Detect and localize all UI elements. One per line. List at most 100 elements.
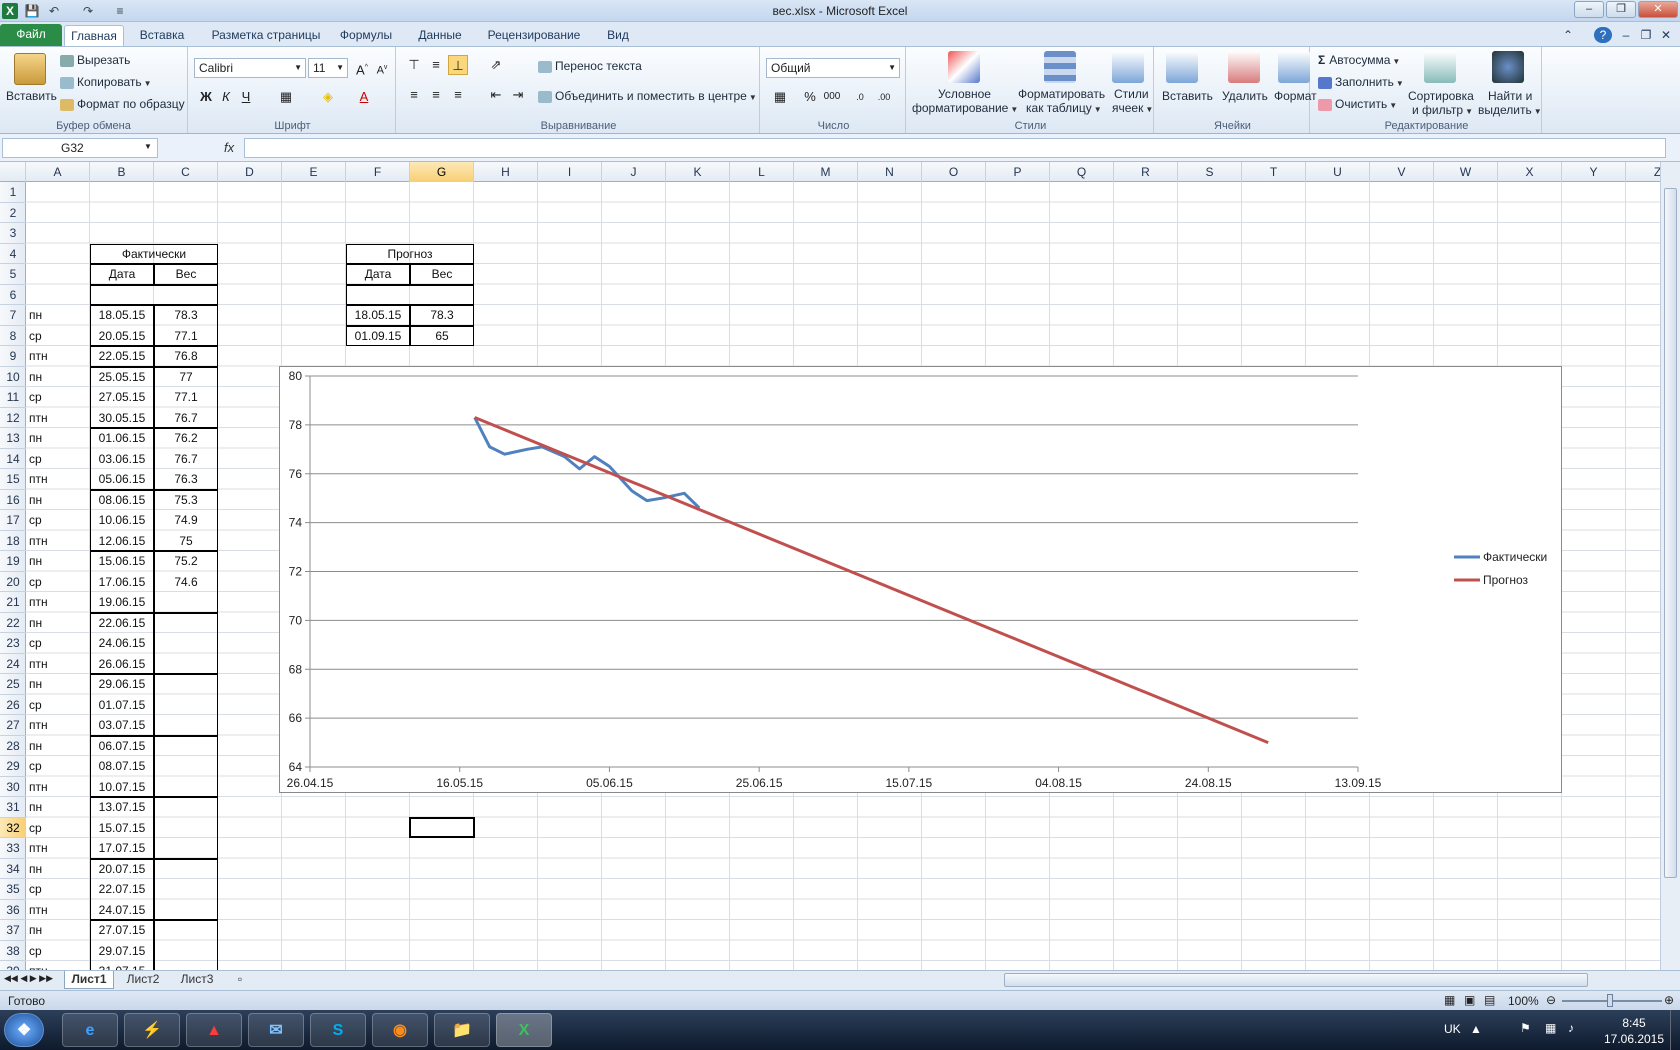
find-select-icon[interactable] — [1492, 51, 1524, 83]
sort-filter-button[interactable]: Сортировка — [1408, 89, 1474, 103]
help-icon[interactable]: ? — [1594, 27, 1612, 43]
vertical-scrollbar[interactable] — [1660, 162, 1680, 970]
column-header[interactable]: F — [346, 162, 410, 182]
column-header[interactable]: O — [922, 162, 986, 182]
page-layout-view-icon[interactable]: ▣ — [1464, 993, 1475, 1007]
doc-minimize-icon[interactable]: – — [1618, 25, 1634, 46]
column-header[interactable]: N — [858, 162, 922, 182]
format-cells-icon[interactable] — [1278, 51, 1310, 83]
row-header[interactable]: 2 — [0, 203, 26, 223]
align-right-icon[interactable]: ≡ — [448, 85, 468, 105]
italic-icon[interactable]: К — [216, 87, 236, 107]
acrobat-icon[interactable]: ▲ — [186, 1013, 242, 1047]
delete-cells-button[interactable]: Удалить — [1222, 89, 1268, 103]
sheet-nav-first-icon[interactable]: ◀◀ ◀ ▶ ▶▶ — [4, 973, 53, 984]
row-header[interactable]: 3 — [0, 223, 26, 244]
column-header[interactable]: D — [218, 162, 282, 182]
close-icon[interactable]: ✕ — [1638, 1, 1678, 18]
explorer-folder-icon[interactable]: 📁 — [434, 1013, 490, 1047]
tab-formulas[interactable]: Формулы — [336, 25, 396, 46]
bold-icon[interactable]: Ж — [196, 87, 216, 107]
row-header[interactable]: 35 — [0, 879, 26, 900]
doc-close-icon[interactable]: ✕ — [1658, 25, 1674, 46]
sheet-tab-2[interactable]: Лист2 — [118, 971, 168, 989]
row-header[interactable]: 11 — [0, 387, 26, 408]
cell-styles-button-line2[interactable]: ячеек ▼ — [1112, 101, 1153, 115]
minimize-icon[interactable]: – — [1574, 1, 1604, 18]
cell-styles-icon[interactable] — [1112, 51, 1144, 83]
row-header[interactable]: 20 — [0, 572, 26, 592]
increase-font-icon[interactable]: A^ — [352, 58, 372, 78]
insert-cells-button[interactable]: Вставить — [1162, 89, 1213, 103]
font-name-select[interactable]: Calibri ▼ — [194, 58, 306, 78]
fill-button[interactable]: Заполнить ▼ — [1318, 75, 1404, 89]
tab-insert[interactable]: Вставка — [132, 25, 192, 46]
column-header[interactable]: H — [474, 162, 538, 182]
horizontal-scroll-thumb[interactable] — [1004, 973, 1588, 987]
tab-data[interactable]: Данные — [410, 25, 470, 46]
row-header[interactable]: 29 — [0, 756, 26, 777]
cell-styles-button[interactable]: Стили — [1114, 87, 1149, 101]
normal-view-icon[interactable]: ▦ — [1444, 993, 1455, 1007]
column-header[interactable]: Y — [1562, 162, 1626, 182]
thousands-icon[interactable]: 000 — [822, 87, 842, 107]
row-header[interactable]: 36 — [0, 900, 26, 920]
zoom-slider-thumb[interactable] — [1607, 994, 1613, 1007]
firefox-icon[interactable]: ◉ — [372, 1013, 428, 1047]
underline-icon[interactable]: Ч — [236, 87, 256, 107]
thunderbird-icon[interactable]: ✉ — [248, 1013, 304, 1047]
insert-cells-icon[interactable] — [1166, 51, 1198, 83]
autosum-button[interactable]: Σ Автосумма ▼ — [1318, 53, 1400, 67]
row-header[interactable]: 21 — [0, 592, 26, 613]
tab-view[interactable]: Вид — [598, 25, 638, 46]
decrease-font-icon[interactable]: Av — [372, 58, 392, 78]
align-middle-icon[interactable]: ≡ — [426, 55, 446, 75]
conditional-formatting-icon[interactable] — [948, 51, 980, 83]
start-button-icon[interactable]: ❖ — [4, 1013, 44, 1047]
row-header[interactable]: 15 — [0, 469, 26, 490]
excel-taskbar-icon[interactable]: X — [496, 1013, 552, 1047]
font-size-select[interactable]: 11 ▼ — [308, 58, 348, 78]
row-header[interactable]: 19 — [0, 551, 26, 572]
skype-icon[interactable]: S — [310, 1013, 366, 1047]
row-header[interactable]: 26 — [0, 695, 26, 715]
row-header[interactable]: 27 — [0, 715, 26, 736]
orientation-icon[interactable]: ⇗ — [486, 55, 506, 75]
zoom-level[interactable]: 100% — [1508, 994, 1539, 1008]
internet-explorer-icon[interactable]: e — [62, 1013, 118, 1047]
copy-button[interactable]: Копировать ▼ — [60, 75, 152, 89]
paste-icon[interactable] — [14, 53, 46, 85]
row-header[interactable]: 6 — [0, 285, 26, 305]
column-header[interactable]: V — [1370, 162, 1434, 182]
zoom-out-icon[interactable]: ⊖ — [1546, 993, 1556, 1007]
select-all-corner[interactable] — [0, 162, 26, 182]
minimize-ribbon-icon[interactable]: ⌃ — [1560, 25, 1576, 46]
column-header[interactable]: R — [1114, 162, 1178, 182]
conditional-formatting-button-line2[interactable]: форматирование ▼ — [912, 101, 1018, 115]
sort-filter-icon[interactable] — [1424, 51, 1456, 83]
column-header[interactable]: T — [1242, 162, 1306, 182]
network-icon[interactable]: ▦ — [1545, 1021, 1556, 1035]
row-header[interactable]: 25 — [0, 674, 26, 695]
row-header[interactable]: 18 — [0, 531, 26, 551]
zoom-in-icon[interactable]: ⊕ — [1664, 993, 1674, 1007]
vertical-scroll-thumb[interactable] — [1664, 188, 1677, 878]
tab-file[interactable]: Файл — [0, 24, 62, 46]
align-center-icon[interactable]: ≡ — [426, 85, 446, 105]
row-header[interactable]: 16 — [0, 490, 26, 510]
row-header[interactable]: 7 — [0, 305, 26, 326]
winamp-icon[interactable]: ⚡ — [124, 1013, 180, 1047]
column-header[interactable]: P — [986, 162, 1050, 182]
decrease-indent-icon[interactable]: ⇤ — [486, 85, 506, 105]
row-header[interactable]: 12 — [0, 408, 26, 428]
decrease-decimal-icon[interactable]: .00 — [874, 87, 894, 107]
column-header[interactable]: M — [794, 162, 858, 182]
row-header[interactable]: 22 — [0, 613, 26, 633]
tray-arrow-icon[interactable]: ▲ — [1470, 1022, 1482, 1036]
doc-restore-icon[interactable]: ❐ — [1638, 25, 1654, 46]
align-left-icon[interactable]: ≡ — [404, 85, 424, 105]
column-header[interactable]: L — [730, 162, 794, 182]
paste-button[interactable]: Вставить — [6, 89, 57, 103]
column-header[interactable]: W — [1434, 162, 1498, 182]
row-header[interactable]: 9 — [0, 346, 26, 367]
